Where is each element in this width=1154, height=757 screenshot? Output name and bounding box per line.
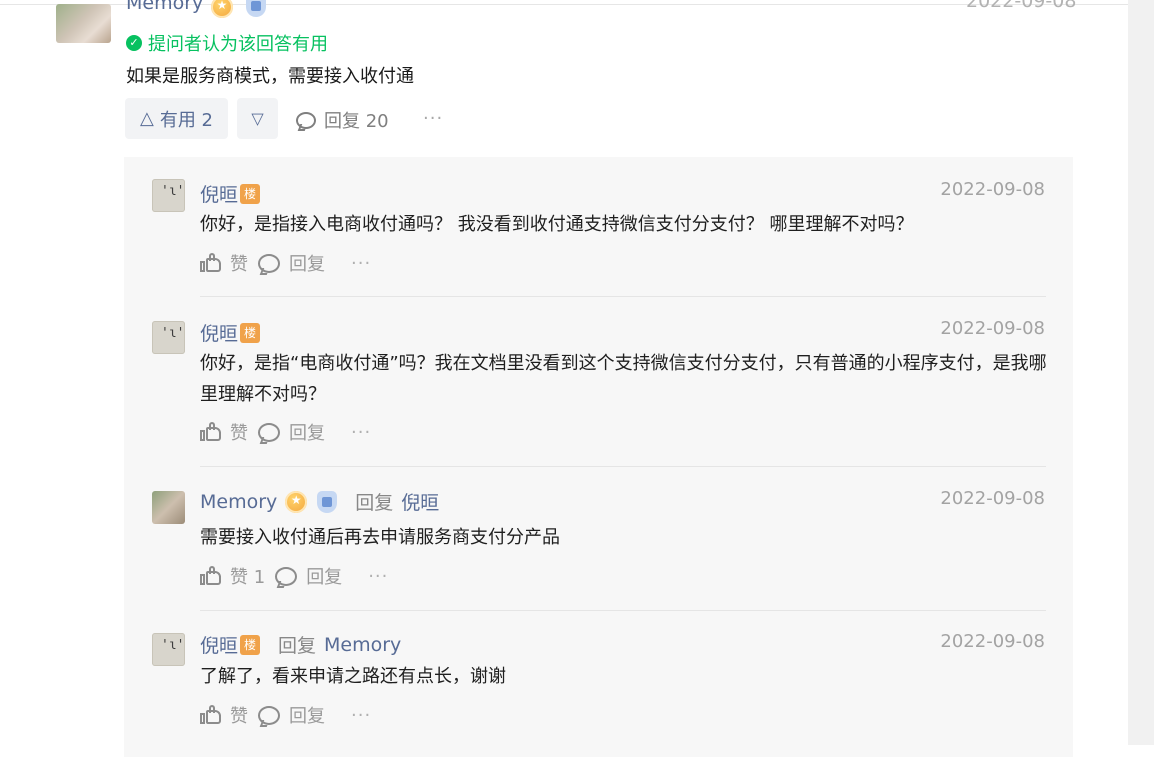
reply-count-label: 回复 20 [324, 111, 389, 132]
more-icon[interactable]: ··· [351, 422, 371, 443]
star-badge-icon [211, 0, 233, 18]
scrollbar-track[interactable] [1128, 0, 1154, 745]
reply-word: 回复 [278, 635, 317, 657]
more-icon[interactable]: ··· [351, 705, 371, 726]
commenter-avatar[interactable] [152, 491, 185, 524]
useful-button[interactable]: △ 有用 2 [125, 98, 228, 139]
thumb-up-icon[interactable] [200, 253, 222, 273]
comment-date: 2022-09-08 [940, 488, 1045, 509]
reply-count-button[interactable]: 回复 20 [296, 107, 389, 133]
thumb-up-icon[interactable] [200, 705, 222, 725]
like-button[interactable]: 赞 [230, 702, 248, 728]
comment-date: 2022-09-08 [940, 631, 1045, 652]
commenter-name[interactable]: Memory [200, 491, 277, 513]
triangle-down-icon: ▽ [251, 109, 264, 128]
divider [200, 610, 1046, 611]
comment-text: 你好，是指接入电商收付通吗？ 我没看到收付通支持微信支付分支付？ 哪里理解不对吗… [200, 214, 914, 235]
floor-tag: 楼 [240, 183, 261, 204]
reply-word: 回复 [355, 492, 394, 514]
star-badge-icon [285, 490, 309, 514]
comment-icon[interactable] [258, 705, 280, 725]
reply-target-name[interactable]: 倪晅 [401, 488, 439, 515]
shield-badge-icon [317, 490, 339, 514]
thumb-up-icon[interactable] [200, 422, 222, 442]
divider [200, 466, 1046, 467]
like-button[interactable]: 赞 [230, 250, 248, 276]
floor-tag: 楼 [240, 634, 261, 655]
comment-date: 2022-09-08 [940, 179, 1045, 200]
triangle-up-icon: △ [139, 108, 154, 129]
like-button[interactable]: 赞 1 [230, 563, 265, 589]
more-icon[interactable]: ··· [351, 253, 371, 274]
comment-text: 需要接入收付通后再去申请服务商支付分产品 [200, 527, 560, 548]
answer-date: 2022-09-08 [966, 0, 1077, 12]
comment-icon[interactable] [258, 253, 280, 273]
comment-icon[interactable] [275, 566, 298, 586]
answer-author-avatar[interactable] [56, 4, 111, 43]
shield-badge-icon [246, 0, 266, 17]
more-icon[interactable]: ··· [368, 566, 388, 587]
comment-date: 2022-09-08 [940, 318, 1045, 339]
commenter-name[interactable]: 倪晅 [200, 180, 238, 207]
divider [200, 296, 1046, 297]
reply-button[interactable]: 回复 [289, 250, 325, 276]
thumb-up-icon[interactable] [200, 566, 222, 586]
commenter-avatar[interactable]: 'ɩ' [152, 633, 185, 666]
floor-tag: 楼 [240, 322, 261, 343]
answer-content: 如果是服务商模式，需要接入收付通 [126, 66, 414, 87]
commenter-name[interactable]: 倪晅 [200, 631, 238, 658]
comment-text: 了解了，看来申请之路还有点长，谢谢 [200, 666, 506, 687]
comment-icon [296, 111, 316, 129]
comment-icon[interactable] [258, 422, 280, 442]
commenter-name[interactable]: 倪晅 [200, 319, 238, 346]
commenter-avatar[interactable]: 'ɩ' [152, 321, 185, 354]
accepted-indicator: ✓ 提问者认为该回答有用 [126, 30, 328, 56]
useful-count-label: 有用 2 [159, 109, 214, 131]
reply-button[interactable]: 回复 [306, 563, 342, 589]
commenter-avatar[interactable]: 'ɩ' [152, 179, 185, 212]
reply-target-name[interactable]: Memory [324, 634, 401, 656]
replies-panel: 'ɩ' 倪晅 楼 2022-09-08 你好，是指接入电商收付通吗？ 我没看到收… [124, 157, 1073, 757]
reply-button[interactable]: 回复 [289, 702, 325, 728]
check-icon: ✓ [126, 35, 142, 51]
more-icon[interactable]: ··· [423, 108, 443, 129]
not-useful-button[interactable]: ▽ [237, 98, 278, 139]
answer-author-name[interactable]: Memory [126, 0, 203, 14]
reply-button[interactable]: 回复 [289, 419, 325, 445]
accepted-label: 提问者认为该回答有用 [148, 34, 328, 55]
like-button[interactable]: 赞 [230, 419, 248, 445]
comment-text: 你好，是指“电商收付通”吗？我在文档里没看到这个支持微信支付分支付，只有普通的小… [200, 353, 1047, 405]
